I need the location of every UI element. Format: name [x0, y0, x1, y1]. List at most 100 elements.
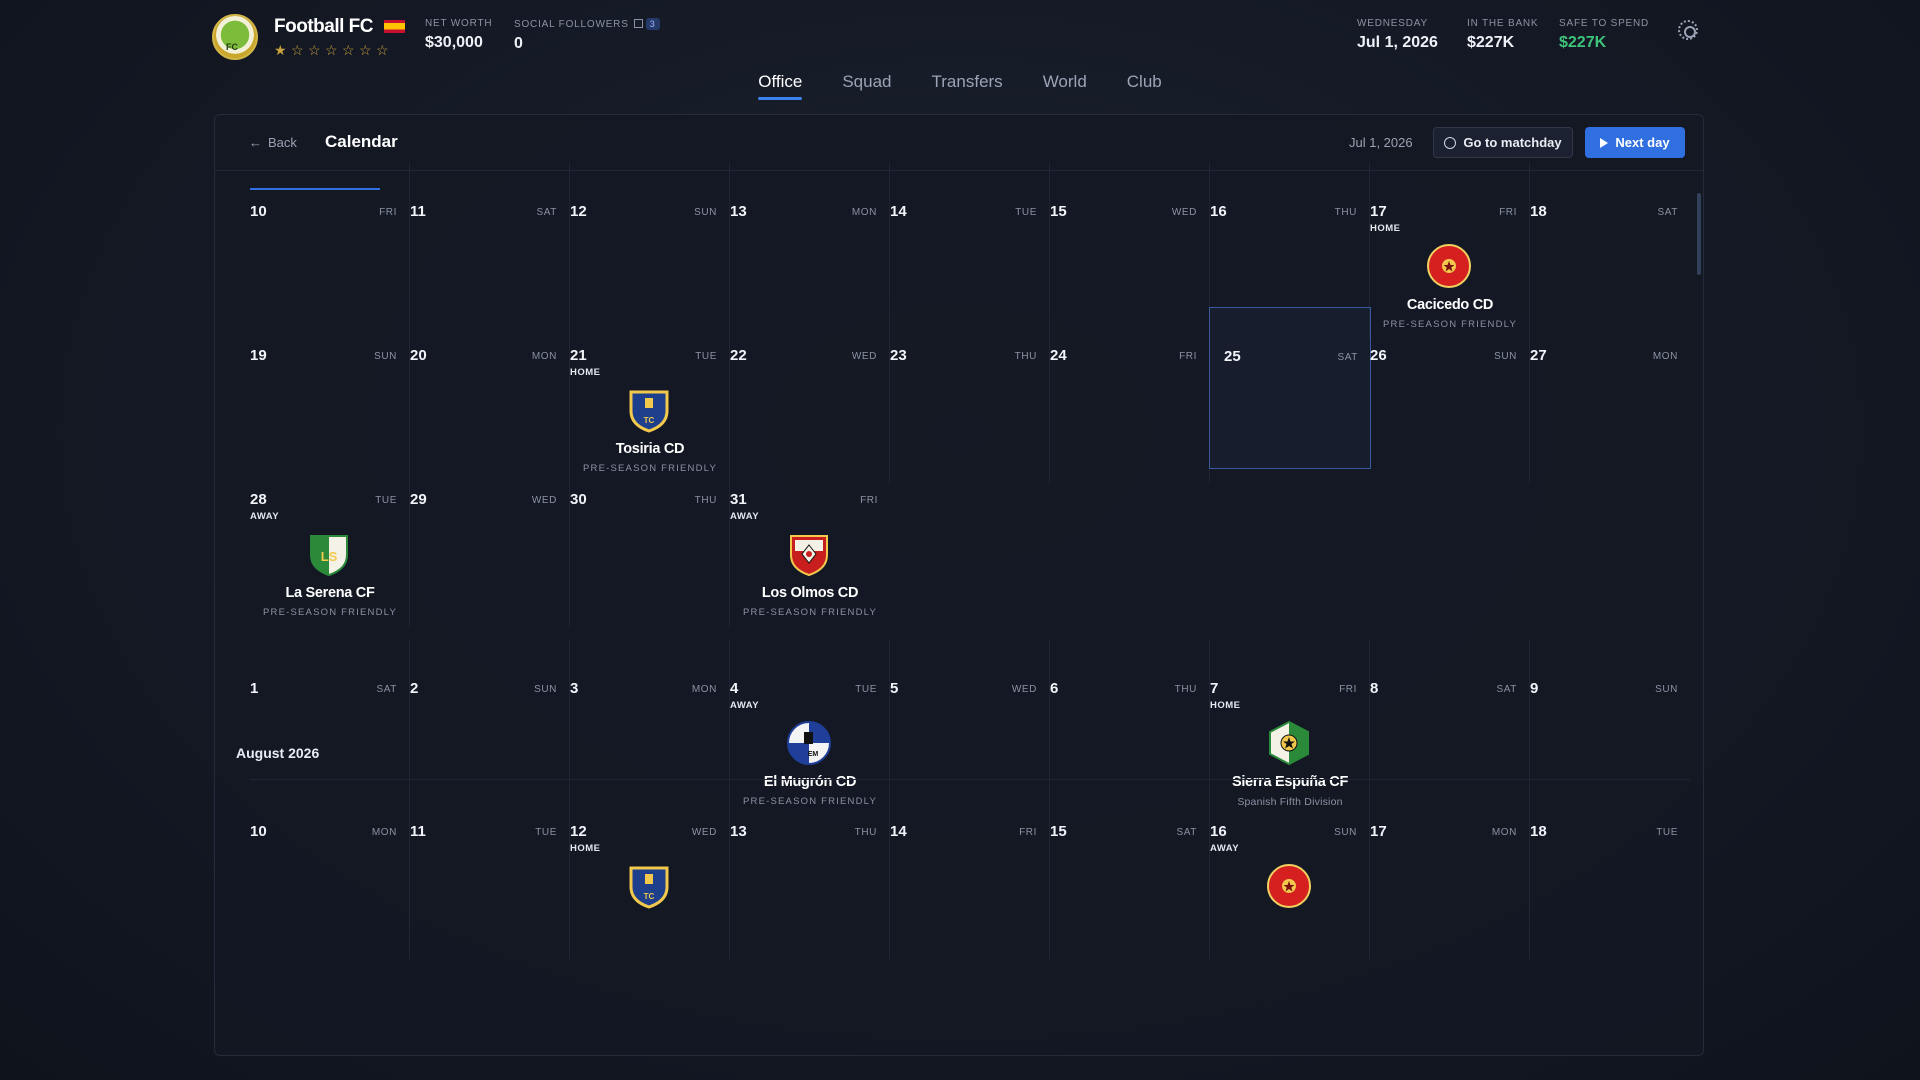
venue-label: AWAY — [250, 511, 280, 522]
tab-club[interactable]: Club — [1127, 72, 1162, 100]
weekday-label: SAT — [1176, 827, 1197, 838]
page-title: Calendar — [325, 132, 398, 151]
day-number: 26 — [1370, 347, 1387, 364]
tab-transfers[interactable]: Transfers — [932, 72, 1003, 100]
tab-office[interactable]: Office — [758, 72, 803, 100]
calendar-day[interactable]: 31 FRI AWAY Los Olmos CD PRE-SEASON FRIENDLY — [730, 451, 890, 627]
day-number: 21 — [570, 347, 587, 364]
day-number: 27 — [1530, 347, 1547, 364]
opponent-name[interactable]: Los Olmos CD — [730, 585, 890, 601]
venue-label: AWAY — [1210, 843, 1240, 854]
day-number: 7 — [1210, 680, 1219, 697]
star-icon: ☆ — [325, 42, 338, 58]
main-nav: Office Squad Transfers World Club — [0, 72, 1920, 100]
bank-label: IN THE BANK — [1467, 18, 1539, 29]
weekday-label: TUE — [855, 684, 877, 695]
day-number: 16 — [1210, 823, 1227, 840]
svg-text:LS: LS — [321, 549, 338, 564]
weekday-label: MON — [851, 207, 877, 218]
weekday-label: WED — [691, 827, 717, 838]
calendar-day[interactable]: 29 WED — [410, 451, 570, 627]
calendar-day[interactable]: 11 TUE — [410, 783, 570, 959]
day-number: 28 — [250, 491, 267, 508]
calendar-day[interactable]: 17 MON — [1370, 783, 1530, 959]
opponent-crest-icon: TC — [626, 863, 672, 909]
club-name[interactable]: Football FC — [274, 16, 373, 38]
day-number: 11 — [410, 203, 426, 220]
calendar-day[interactable]: 13 THU — [730, 783, 890, 959]
calendar-panel: ← Back Calendar Jul 1, 2026 Go to matchda… — [214, 114, 1704, 1056]
calendar-day[interactable]: 15 SAT — [1050, 783, 1210, 959]
bank-value: $227K — [1467, 34, 1515, 51]
arrow-left-icon: ← — [249, 135, 262, 150]
month-label: August 2026 — [236, 745, 320, 761]
club-logo[interactable]: FC — [212, 14, 258, 60]
weekday-label: SAT — [536, 207, 557, 218]
weekday-label: THU — [1174, 684, 1197, 695]
star-icon: ★ — [274, 42, 287, 58]
calendar-day[interactable]: 30 THU — [570, 451, 730, 627]
day-number: 8 — [1370, 680, 1379, 697]
football-icon — [1444, 136, 1457, 149]
calendar-week: 28 TUE AWAY LS La Serena CF PRE-SEASON FRIEND… — [250, 451, 1690, 627]
calendar-day[interactable]: 14 FRI — [890, 783, 1050, 959]
spain-flag-icon — [384, 20, 405, 33]
calendar-day[interactable]: 28 TUE AWAY LS La Serena CF PRE-SEASON FRIEND… — [250, 451, 410, 627]
day-number: 13 — [730, 203, 747, 220]
social-followers-value: 0 — [514, 35, 523, 52]
gear-icon[interactable] — [1678, 20, 1698, 40]
calendar-day[interactable]: 12 WED HOME TC — [570, 783, 730, 959]
tab-squad[interactable]: Squad — [842, 72, 891, 100]
day-number: 4 — [730, 680, 739, 697]
day-number: 20 — [410, 347, 427, 364]
venue-label: AWAY — [730, 700, 760, 711]
venue-label: HOME — [570, 367, 601, 378]
date-stat: WEDNESDAY Jul 1, 2026 — [1357, 18, 1438, 52]
weekday-label: WED — [1011, 684, 1037, 695]
star-icon: ☆ — [308, 42, 321, 58]
social-count-badge: 3 — [645, 18, 660, 30]
scrollbar[interactable] — [1697, 193, 1701, 275]
svg-text:TC: TC — [644, 892, 655, 901]
next-day-button[interactable]: Next day — [1585, 127, 1685, 158]
day-number: 5 — [890, 680, 899, 697]
weekday-label: WED — [1171, 207, 1197, 218]
calendar-day[interactable]: 25 SAT — [1209, 307, 1371, 469]
day-number: 1 — [250, 680, 259, 697]
opponent-crest-icon: EM — [786, 720, 832, 766]
current-date: Jul 1, 2026 — [1349, 135, 1413, 150]
day-number: 29 — [410, 491, 427, 508]
weekday-label: SAT — [1496, 684, 1517, 695]
competition-label: PRE-SEASON FRIENDLY — [742, 607, 877, 618]
opponent-name[interactable]: La Serena CF — [250, 585, 410, 601]
weekday-label: SUN — [1655, 684, 1678, 695]
calendar-day[interactable]: 10 MON — [250, 783, 410, 959]
weekday-label: SUN — [534, 684, 557, 695]
top-bar: FC Football FC ★ ☆ ☆ ☆ ☆ ☆ ☆ NET WORTH $30,000… — [0, 0, 1920, 70]
weekday-label: MON — [691, 684, 717, 695]
weekday-label: TUE — [1656, 827, 1678, 838]
weekday-label: FRI — [860, 495, 878, 506]
go-to-matchday-button[interactable]: Go to matchday — [1433, 127, 1573, 158]
weekday-label: WEDNESDAY — [1357, 18, 1428, 29]
weekday-label: FRI — [1499, 207, 1517, 218]
venue-label: HOME — [1210, 700, 1241, 711]
day-number: 17 — [1370, 203, 1387, 220]
calendar-day[interactable]: 18 TUE — [1530, 783, 1690, 959]
tab-world[interactable]: World — [1043, 72, 1087, 100]
weekday-label: THU — [1014, 351, 1037, 362]
social-followers-stat[interactable]: SOCIAL FOLLOWERS 3 0 — [514, 18, 660, 53]
venue-label: HOME — [1370, 223, 1401, 234]
weekday-label: SAT — [1657, 207, 1678, 218]
svg-text:EM: EM — [808, 751, 819, 758]
opponent-crest-icon: LS — [306, 531, 352, 577]
weekday-label: SUN — [374, 351, 397, 362]
day-number: 14 — [890, 823, 907, 840]
star-icon: ☆ — [376, 42, 389, 58]
external-link-icon — [633, 19, 643, 28]
day-number: 2 — [410, 680, 419, 697]
calendar-day[interactable]: 16 SUN AWAY — [1210, 783, 1370, 959]
bank-stat: IN THE BANK $227K — [1467, 18, 1538, 52]
back-button[interactable]: ← Back — [249, 135, 297, 150]
weekday-label: SAT — [376, 684, 397, 695]
